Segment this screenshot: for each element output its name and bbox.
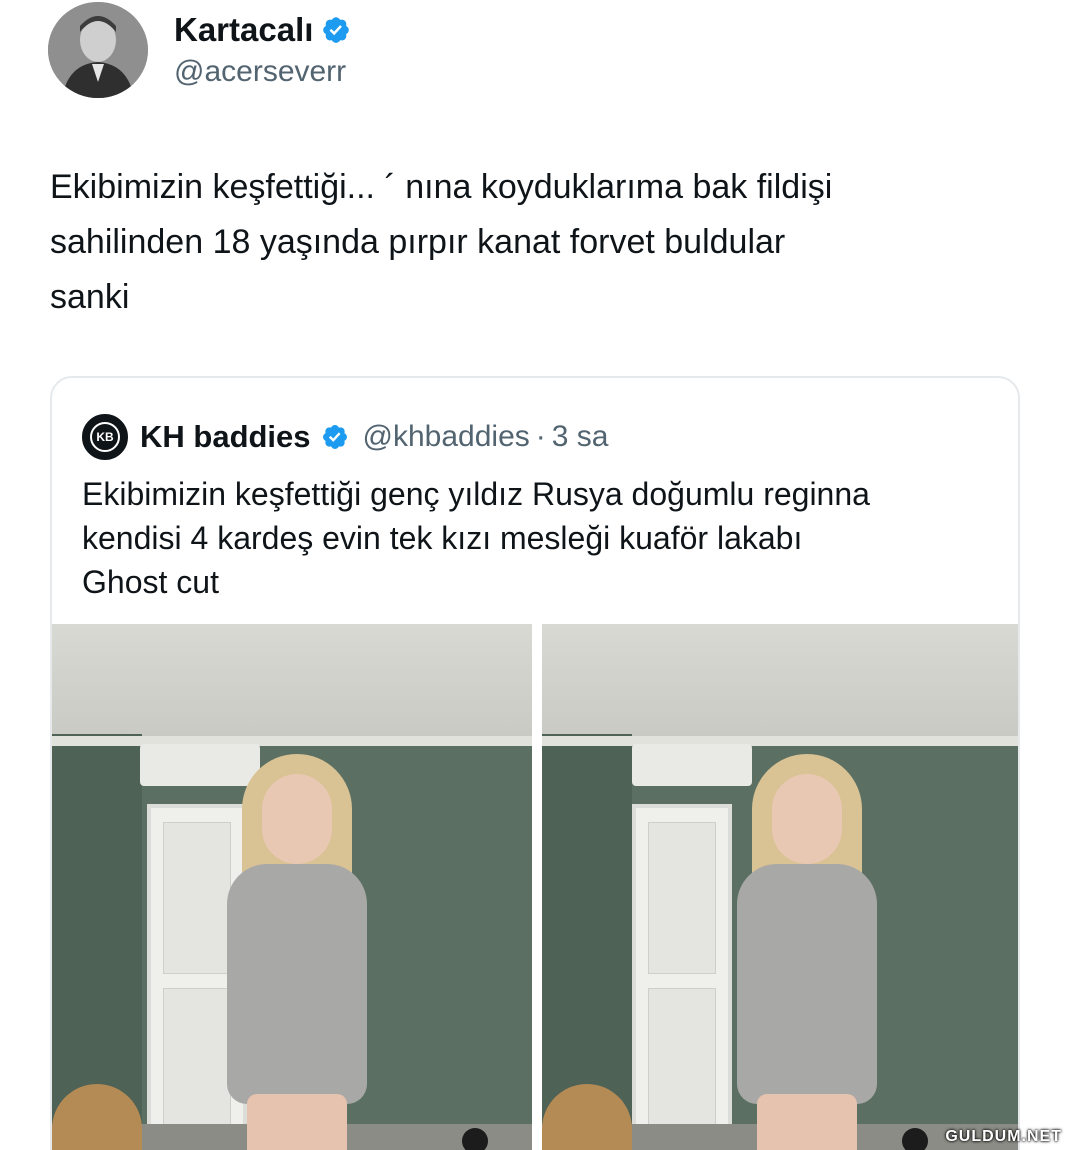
photo-dumbbell xyxy=(902,1128,928,1150)
photo-person xyxy=(722,754,892,1150)
verified-badge-icon xyxy=(322,425,347,449)
photo-person xyxy=(212,754,382,1150)
author-names: Kartacalı @acerseverr xyxy=(174,11,351,89)
tweet-header: Kartacalı @acerseverr xyxy=(48,0,351,100)
verified-badge-icon xyxy=(323,17,350,43)
quoted-tweet-header: KB KH baddies @khbaddies · 3 sa xyxy=(82,414,608,460)
author-handle[interactable]: @acerseverr xyxy=(174,55,351,89)
photo-ceiling xyxy=(542,624,1018,744)
quoted-tweet[interactable]: KB KH baddies @khbaddies · 3 sa Ekibimiz… xyxy=(50,376,1020,1150)
photo-scene xyxy=(542,624,1018,1150)
quoted-author-handle[interactable]: @khbaddies xyxy=(363,420,530,454)
tweet-text: Ekibimizin keşfettiği... ´ nına koydukla… xyxy=(50,168,833,316)
quoted-author-name[interactable]: KH baddies xyxy=(140,419,311,455)
quoted-tweet-text: Ekibimizin keşfettiği genç yıldız Rusya … xyxy=(82,476,870,600)
photo-door xyxy=(632,804,732,1150)
author-name-row: Kartacalı xyxy=(174,11,351,49)
author-avatar[interactable] xyxy=(48,2,148,98)
photo-molding xyxy=(542,736,1018,746)
quoted-author-logo-text: KB xyxy=(90,422,120,452)
meta-separator: · xyxy=(535,420,546,453)
author-display-name[interactable]: Kartacalı xyxy=(174,11,313,49)
photo-ceiling xyxy=(52,624,532,744)
photo-dumbbell xyxy=(462,1128,488,1150)
quoted-author-avatar[interactable]: KB xyxy=(82,414,128,460)
site-watermark: GULDUM.NET xyxy=(945,1128,1062,1145)
profile-photo-icon xyxy=(48,2,148,98)
quoted-media-photo-2[interactable] xyxy=(542,624,1018,1150)
quoted-tweet-timestamp[interactable]: 3 sa xyxy=(552,420,609,454)
photo-scene xyxy=(52,624,532,1150)
photo-molding xyxy=(52,736,532,746)
quoted-media-photo-1[interactable] xyxy=(52,624,532,1150)
